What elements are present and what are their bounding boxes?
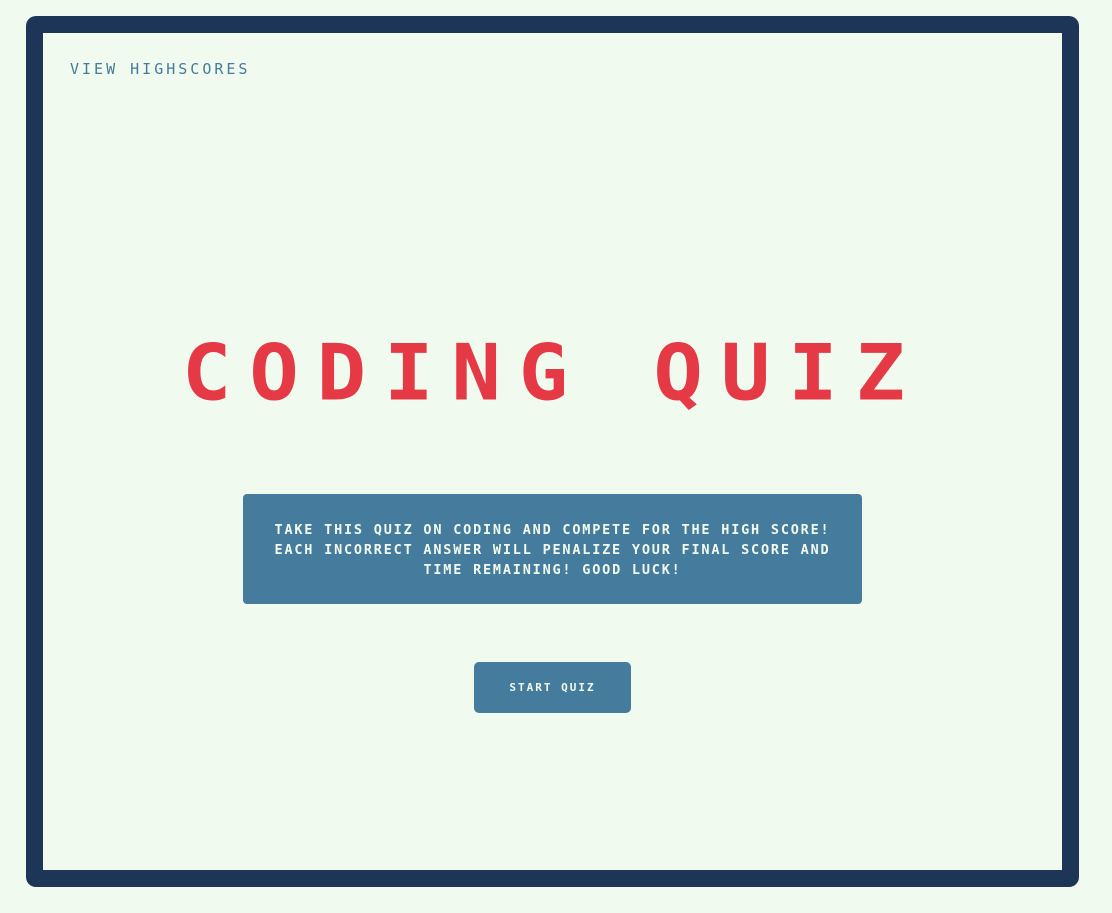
start-quiz-button[interactable]: Start Quiz: [474, 662, 631, 713]
intro-panel: Take this quiz on coding and compete for…: [243, 494, 862, 604]
quiz-frame: View Highscores Coding Quiz Take this qu…: [26, 16, 1079, 887]
intro-text: Take this quiz on coding and compete for…: [274, 522, 831, 578]
title-container: Coding Quiz: [43, 333, 1062, 415]
page-title: Coding Quiz: [181, 328, 924, 419]
view-highscores-link[interactable]: View Highscores: [70, 60, 250, 78]
